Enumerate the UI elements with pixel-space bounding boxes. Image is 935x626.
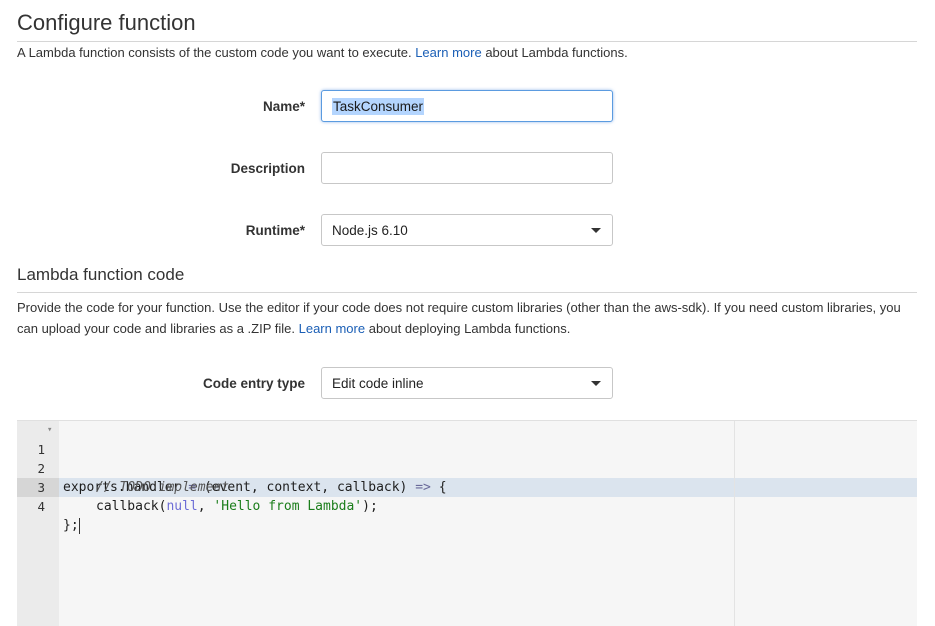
learn-more-deploy-link[interactable]: Learn more: [299, 321, 365, 336]
code-entry-type-select[interactable]: Edit code inline: [321, 367, 613, 399]
code-editor[interactable]: 1 ▾ exports.handler = (event, context, c…: [17, 420, 917, 626]
code-string: 'Hello from Lambda': [213, 499, 363, 514]
code-token: };: [63, 518, 79, 533]
page-description-suffix: about Lambda functions.: [485, 45, 628, 60]
line-number: 4: [37, 499, 45, 514]
code-line-content: callback(null, 'Hello from Lambda');: [96, 497, 378, 516]
code-token: ,: [197, 499, 214, 514]
code-line: 4 };: [17, 478, 917, 534]
runtime-select-value: Node.js 6.10: [332, 222, 408, 238]
code-line: 1 ▾ exports.handler = (event, context, c…: [17, 421, 917, 495]
learn-more-link[interactable]: Learn more: [415, 45, 481, 60]
section-divider: [17, 292, 917, 293]
page-description: A Lambda function consists of the custom…: [17, 42, 628, 63]
chevron-down-icon: [591, 228, 601, 233]
description-label: Description: [230, 161, 305, 176]
text-cursor: [78, 517, 80, 534]
chevron-down-icon: [591, 381, 601, 386]
page-title: Configure function: [17, 10, 196, 35]
code-line: 3 callback(null, 'Hello from Lambda');: [17, 459, 917, 514]
section-title: Lambda function code: [17, 265, 185, 284]
name-input[interactable]: TaskConsumer: [321, 90, 613, 122]
page-description-text: A Lambda function consists of the custom…: [17, 45, 412, 60]
code-line-content: };: [63, 516, 80, 535]
name-label: Name*: [262, 99, 305, 114]
runtime-select[interactable]: Node.js 6.10: [321, 214, 613, 246]
code-token: callback(: [96, 499, 167, 514]
code-token: null: [166, 499, 198, 514]
name-input-value: TaskConsumer: [332, 97, 425, 115]
section-description-suffix: about deploying Lambda functions.: [368, 321, 571, 336]
code-entry-type-value: Edit code inline: [332, 375, 424, 391]
code-entry-type-label: Code entry type: [202, 376, 305, 391]
runtime-label: Runtime*: [245, 223, 305, 238]
section-description: Provide the code for your function. Use …: [17, 297, 917, 339]
code-token: );: [362, 499, 378, 514]
fold-toggle-icon[interactable]: ▾: [47, 421, 52, 440]
description-input[interactable]: [321, 152, 613, 184]
code-line: 2 // TODO implement: [17, 440, 917, 495]
